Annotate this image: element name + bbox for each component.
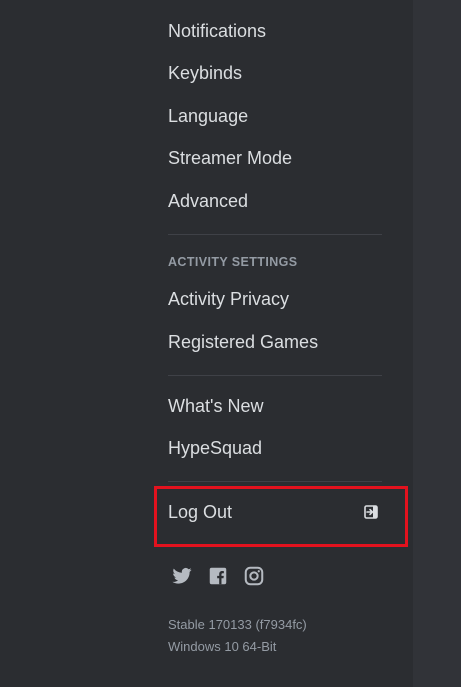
sidebar-item-whats-new[interactable]: What's New — [158, 389, 382, 423]
content-pane — [413, 0, 461, 687]
version-info: Stable 170133 (f7934fc) Windows 10 64-Bi… — [168, 614, 307, 658]
twitter-icon[interactable] — [170, 565, 194, 587]
social-links — [170, 565, 266, 587]
log-out-button[interactable]: Log Out — [158, 495, 382, 529]
sidebar-item-hypesquad[interactable]: HypeSquad — [158, 431, 382, 465]
log-out-label: Log Out — [168, 502, 233, 522]
instagram-icon[interactable] — [242, 565, 266, 587]
build-version: Stable 170133 (f7934fc) — [168, 617, 307, 632]
settings-sidebar: Notifications Keybinds Language Streamer… — [0, 0, 413, 687]
sidebar-item-streamer-mode[interactable]: Streamer Mode — [158, 141, 382, 175]
divider — [168, 481, 382, 482]
sidebar-item-notifications[interactable]: Notifications — [158, 14, 382, 48]
sidebar-item-activity-privacy[interactable]: Activity Privacy — [158, 282, 382, 316]
divider — [168, 375, 382, 376]
os-version: Windows 10 64-Bit — [168, 639, 277, 654]
sidebar-item-language[interactable]: Language — [158, 99, 382, 133]
sidebar-item-advanced[interactable]: Advanced — [158, 184, 382, 218]
section-header-activity-settings: ACTIVITY SETTINGS — [168, 255, 298, 269]
sidebar-item-keybinds[interactable]: Keybinds — [158, 56, 382, 90]
sidebar-item-registered-games[interactable]: Registered Games — [158, 325, 382, 359]
divider — [168, 234, 382, 235]
settings-window: Notifications Keybinds Language Streamer… — [0, 0, 461, 687]
logout-icon — [364, 505, 378, 519]
facebook-icon[interactable] — [206, 565, 230, 587]
